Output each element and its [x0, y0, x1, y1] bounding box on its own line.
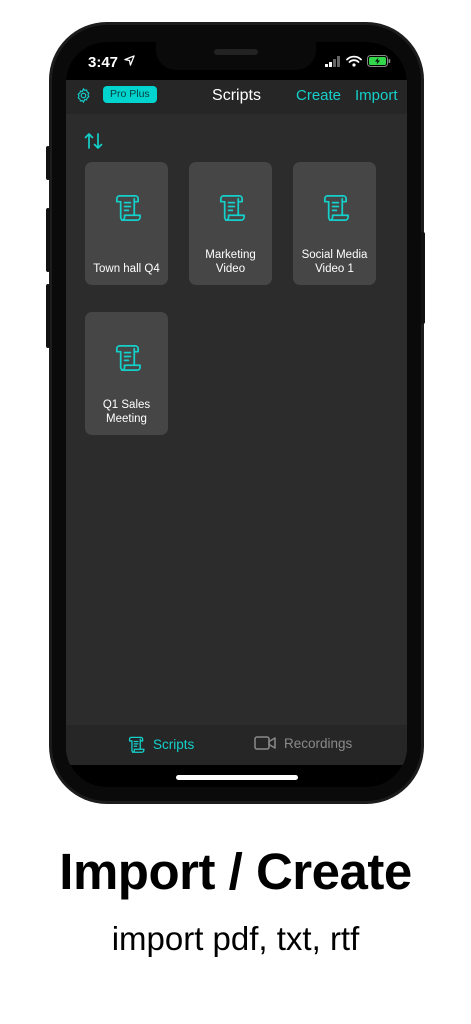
script-scroll-icon [219, 195, 245, 221]
script-scroll-icon [115, 345, 141, 371]
app-screen: 3:47 Pro Plus Scripts Create Import Town… [66, 42, 407, 787]
home-indicator[interactable] [176, 775, 298, 780]
script-card[interactable]: Marketing Video [189, 162, 272, 285]
battery-charging-icon [367, 55, 391, 67]
tab-recordings[interactable]: Recordings [254, 735, 352, 751]
script-card-title: Social Media Video 1 [301, 249, 368, 275]
video-camera-icon [254, 736, 276, 750]
power-button [421, 232, 425, 324]
tab-scripts-label: Scripts [153, 737, 195, 752]
script-card-title: Marketing Video [205, 249, 256, 275]
import-button[interactable]: Import [355, 87, 398, 104]
script-card-title: Q1 Sales Meeting [102, 399, 151, 425]
promo-headline: Import / Create [59, 843, 412, 900]
notch [156, 42, 316, 70]
volume-up-button [46, 208, 50, 272]
script-card[interactable]: Town hall Q4 [85, 162, 168, 285]
location-arrow-icon [124, 55, 135, 66]
script-scroll-icon [323, 195, 349, 221]
sort-arrows-icon[interactable] [84, 132, 104, 150]
tab-scripts[interactable]: Scripts [126, 735, 194, 754]
wifi-icon [346, 55, 362, 67]
script-scroll-icon [115, 195, 141, 221]
script-card[interactable]: Q1 Sales Meeting [85, 312, 168, 435]
script-card-title: Town hall Q4 [93, 263, 160, 275]
volume-down-button [46, 284, 50, 348]
silent-switch [46, 146, 50, 180]
promo-subtitle: import pdf, txt, rtf [111, 920, 360, 957]
navigation-bar: Pro Plus Scripts Create Import [66, 80, 407, 114]
script-card[interactable]: Social Media Video 1 [293, 162, 376, 285]
create-button[interactable]: Create [296, 87, 341, 104]
speaker-grill [214, 49, 258, 55]
status-bar: 3:47 [66, 42, 407, 80]
status-time: 3:47 [88, 54, 119, 71]
tab-bar: Scripts Recordings [66, 725, 407, 765]
cellular-signal-icon [325, 55, 340, 67]
script-scroll-icon [128, 736, 145, 753]
tab-recordings-label: Recordings [284, 735, 353, 751]
